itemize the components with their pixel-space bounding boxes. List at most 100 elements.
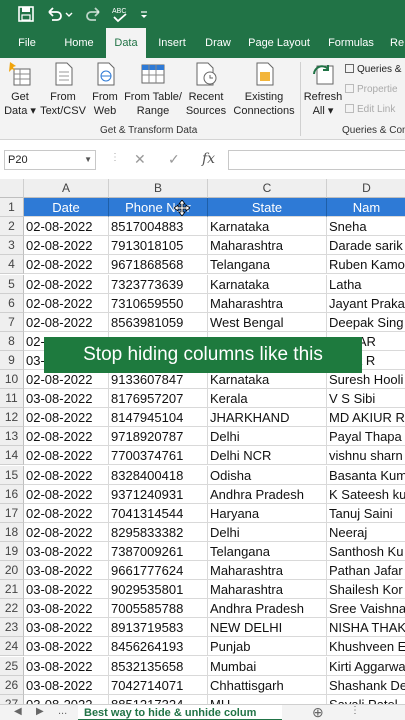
row-header[interactable]: 19 xyxy=(0,541,24,561)
from-table-range-button[interactable]: From Table/ Range xyxy=(124,60,182,118)
table-cell[interactable]: 9371240931 xyxy=(109,484,208,504)
table-cell[interactable]: Haryana xyxy=(208,503,327,523)
table-cell[interactable]: 03-08-2022 xyxy=(24,389,109,409)
table-cell[interactable]: MD AKIUR RA xyxy=(327,408,405,428)
spelling-icon[interactable]: ABC xyxy=(110,4,130,24)
table-cell[interactable]: 9029535801 xyxy=(109,580,208,600)
tab-draw[interactable]: Draw xyxy=(198,28,238,58)
header-cell-b[interactable]: Phone Nu r xyxy=(109,198,208,218)
table-cell[interactable]: Shailesh Kor xyxy=(327,580,405,600)
column-header-c[interactable]: C xyxy=(208,179,327,198)
table-cell[interactable]: West Bengal xyxy=(208,312,327,332)
table-cell[interactable]: Andhra Pradesh xyxy=(208,484,327,504)
from-text-csv-button[interactable]: From Text/CSV xyxy=(40,60,86,118)
row-header[interactable]: 10 xyxy=(0,370,24,389)
chevron-left-icon[interactable]: ◀ xyxy=(14,706,22,717)
table-cell[interactable]: Basanta Kum xyxy=(327,466,405,485)
from-web-button[interactable]: From Web xyxy=(88,60,122,118)
header-cell-a[interactable]: Date xyxy=(24,198,109,218)
get-data-button[interactable]: Get Data ▾ xyxy=(2,60,38,118)
table-cell[interactable]: MH xyxy=(208,694,327,704)
column-header-a[interactable]: A xyxy=(24,179,109,198)
table-cell[interactable]: 7700374761 xyxy=(109,446,208,466)
table-cell[interactable]: Delhi NCR xyxy=(208,446,327,466)
table-cell[interactable]: Kirti Aggarwa xyxy=(327,657,405,676)
table-cell[interactable]: 8147945104 xyxy=(109,408,208,428)
table-cell[interactable]: Mumbai xyxy=(208,656,327,676)
table-cell[interactable]: 02-08-2022 xyxy=(24,522,109,542)
table-cell[interactable]: Neeraj xyxy=(327,523,405,542)
table-cell[interactable]: 02-08-2022 xyxy=(24,408,109,428)
table-cell[interactable]: 7387009261 xyxy=(109,541,208,561)
row-header[interactable]: 3 xyxy=(0,236,24,256)
table-cell[interactable]: Odisha xyxy=(208,465,327,485)
table-cell[interactable]: NISHA THAKU xyxy=(327,618,405,638)
table-cell[interactable]: Deepak Sing xyxy=(327,313,405,332)
tab-review[interactable]: Re xyxy=(390,28,405,58)
recent-sources-button[interactable]: Recent Sources xyxy=(184,60,228,118)
table-cell[interactable]: 7005585788 xyxy=(109,599,208,619)
row-header[interactable]: 11 xyxy=(0,389,24,409)
table-cell[interactable]: 8913719583 xyxy=(109,618,208,638)
table-cell[interactable]: NEW DELHI xyxy=(208,618,327,638)
table-cell[interactable]: 03-08-2022 xyxy=(24,599,109,619)
table-cell[interactable]: 8295833382 xyxy=(109,522,208,542)
tab-data[interactable]: Data xyxy=(106,28,146,58)
customize-toolbar-icon[interactable] xyxy=(138,4,150,24)
queries-connections-item[interactable]: Queries & xyxy=(345,64,401,75)
table-cell[interactable]: Santhosh Ku xyxy=(327,542,405,561)
table-cell[interactable]: JHARKHAND xyxy=(208,408,327,428)
row-header[interactable]: 21 xyxy=(0,580,24,600)
table-cell[interactable]: 02-08-2022 xyxy=(24,274,109,294)
table-cell[interactable]: 8517004883 xyxy=(109,217,208,237)
table-cell[interactable]: 03-08-2022 xyxy=(24,656,109,676)
table-cell[interactable]: Darade sarik xyxy=(327,236,405,256)
table-cell[interactable]: Karnataka xyxy=(208,274,327,294)
select-all-corner[interactable] xyxy=(0,179,24,198)
table-cell[interactable]: Kerala xyxy=(208,389,327,409)
tab-home[interactable]: Home xyxy=(56,28,102,58)
table-cell[interactable]: Maharashtra xyxy=(208,561,327,580)
row-header[interactable]: 15 xyxy=(0,465,24,485)
row-header[interactable]: 20 xyxy=(0,561,24,580)
column-header-d[interactable]: D xyxy=(327,179,405,198)
row-header[interactable]: 23 xyxy=(0,618,24,638)
table-cell[interactable]: Shashank De xyxy=(327,676,405,695)
table-cell[interactable]: 02-08-2022 xyxy=(24,427,109,447)
row-header[interactable]: 8 xyxy=(0,331,24,351)
save-icon[interactable] xyxy=(16,4,36,24)
table-cell[interactable]: Telangana xyxy=(208,255,327,275)
table-cell[interactable]: Tanuj Saini xyxy=(327,504,405,523)
table-cell[interactable]: Maharashtra xyxy=(208,293,327,313)
table-cell[interactable]: 8851217324 xyxy=(109,694,208,704)
table-cell[interactable]: 8456264193 xyxy=(109,637,208,657)
table-cell[interactable]: Khushveen E xyxy=(327,637,405,657)
table-cell[interactable]: Punjab xyxy=(208,637,327,657)
table-cell[interactable]: 7310659550 xyxy=(109,293,208,313)
table-cell[interactable]: 03-08-2022 xyxy=(24,637,109,657)
row-header[interactable]: 24 xyxy=(0,637,24,657)
row-header[interactable]: 2 xyxy=(0,217,24,237)
table-cell[interactable]: 8328400418 xyxy=(109,465,208,485)
table-cell[interactable]: 02-08-2022 xyxy=(24,312,109,332)
table-cell[interactable]: 7042714071 xyxy=(109,675,208,695)
insert-function-icon[interactable]: fx xyxy=(202,151,215,167)
table-cell[interactable]: 03-08-2022 xyxy=(24,675,109,695)
table-cell[interactable]: 8176957207 xyxy=(109,389,208,409)
row-header[interactable]: 12 xyxy=(0,408,24,428)
chevron-down-icon[interactable] xyxy=(64,4,74,24)
table-cell[interactable]: vishnu sharn xyxy=(327,446,405,466)
table-cell[interactable]: 02-08-2022 xyxy=(24,465,109,485)
table-cell[interactable]: Pathan Jafar xyxy=(327,561,405,580)
header-cell-d[interactable]: Nam xyxy=(327,198,405,218)
row-header[interactable]: 25 xyxy=(0,656,24,676)
tab-file[interactable]: File xyxy=(10,28,44,58)
formula-input[interactable] xyxy=(228,150,405,170)
table-cell[interactable]: Ruben Kamo xyxy=(327,255,405,275)
row-header[interactable]: 9 xyxy=(0,350,24,370)
table-cell[interactable]: 02-08-2022 xyxy=(24,503,109,523)
table-cell[interactable]: 03-08-2022 xyxy=(24,580,109,600)
table-cell[interactable]: Latha xyxy=(327,275,405,294)
row-header[interactable]: 16 xyxy=(0,484,24,504)
row-header[interactable]: 13 xyxy=(0,427,24,447)
